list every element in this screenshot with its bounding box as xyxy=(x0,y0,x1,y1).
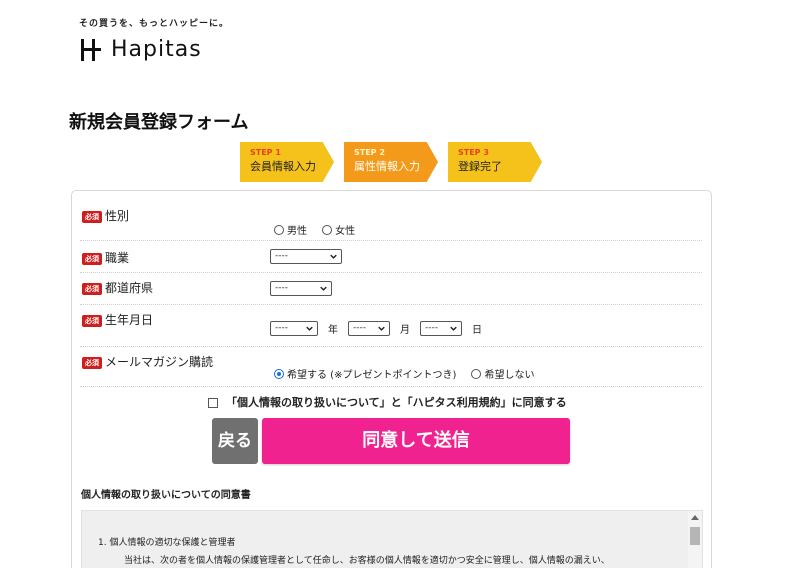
consent-paragraph: 当社は、次の者を個人情報の保護管理者として任命し、お客様の個人情報を適切かつ安全… xyxy=(124,556,610,566)
gender-row: 必須 性別 男性 女性 xyxy=(80,199,702,241)
birth-day-select[interactable]: ---- xyxy=(420,321,462,336)
agree-submit-button[interactable]: 同意して送信 xyxy=(262,418,570,464)
required-badge: 必須 xyxy=(82,282,102,295)
step-2: STEP 2 属性情報入力 xyxy=(344,142,438,182)
step-1-label: 会員情報入力 xyxy=(250,160,316,173)
prefecture-label: 必須 都道府県 xyxy=(82,279,153,296)
chevron-down-icon xyxy=(450,326,457,331)
step-indicator: STEP 1 会員情報入力 STEP 2 属性情報入力 STEP 3 登録完了 xyxy=(240,142,552,182)
step-3-number: STEP 3 xyxy=(458,148,489,157)
chevron-down-icon xyxy=(330,254,337,259)
tagline: その買うを、もっとハッピーに。 xyxy=(79,19,230,29)
back-button[interactable]: 戻る xyxy=(212,418,258,464)
gender-female-radio[interactable] xyxy=(322,224,333,235)
hapitas-logo-icon xyxy=(79,38,101,61)
birthdate-row: 必須 生年月日 ---- 年 ---- 月 ---- 日 xyxy=(80,305,702,347)
chevron-down-icon xyxy=(378,326,385,331)
agreement[interactable]: 「個人情報の取り扱いについて」と「ハピタス利用規約」に同意する xyxy=(208,394,567,410)
newsletter-optin-label[interactable]: 希望する (※プレゼントポイントつき) xyxy=(287,370,456,381)
required-badge: 必須 xyxy=(82,252,102,265)
scroll-thumb[interactable] xyxy=(690,527,700,545)
step-2-label: 属性情報入力 xyxy=(354,160,420,173)
newsletter-options: 希望する (※プレゼントポイントつき) 希望しない xyxy=(274,363,544,382)
year-unit: 年 xyxy=(328,325,338,336)
occupation-label: 必須 職業 xyxy=(82,249,129,266)
chevron-down-icon xyxy=(320,286,327,291)
gender-male-radio[interactable] xyxy=(274,224,284,235)
step-3-label: 登録完了 xyxy=(458,160,502,173)
agreement-text[interactable]: 「個人情報の取り扱いについて」と「ハピタス利用規約」に同意する xyxy=(226,396,567,409)
step-1-number: STEP 1 xyxy=(250,148,281,157)
logo-area[interactable]: その買うを、もっとハッピーに。 Hapitas xyxy=(79,16,229,62)
occupation-row: 必須 職業 ---- xyxy=(80,241,702,273)
consent-heading: 1. 個人情報の適切な保護と管理者 xyxy=(98,538,236,548)
newsletter-label: 必須 メールマガジン購読 xyxy=(82,353,213,370)
brand: Hapitas xyxy=(79,37,229,62)
required-badge: 必須 xyxy=(82,210,102,223)
agreement-checkbox[interactable] xyxy=(208,398,218,408)
month-unit: 月 xyxy=(400,325,410,336)
step-3: STEP 3 登録完了 xyxy=(448,142,542,182)
day-unit: 日 xyxy=(472,325,482,336)
newsletter-optout-radio[interactable] xyxy=(471,368,482,379)
brand-name: Hapitas xyxy=(111,37,202,62)
step-2-number: STEP 2 xyxy=(354,148,385,157)
prefecture-row: 必須 都道府県 ---- xyxy=(80,273,702,305)
birthdate-fields: ---- 年 ---- 月 ---- 日 xyxy=(270,318,492,337)
gender-label: 必須 性別 xyxy=(82,207,129,224)
scroll-up-arrow-icon[interactable] xyxy=(691,515,699,520)
consent-text-box[interactable]: 1. 個人情報の適切な保護と管理者 当社は、次の者を個人情報の保護管理者として任… xyxy=(81,510,703,568)
newsletter-optin-radio[interactable] xyxy=(274,368,284,379)
required-badge: 必須 xyxy=(82,314,102,327)
birth-month-select[interactable]: ---- xyxy=(348,321,390,336)
required-badge: 必須 xyxy=(82,356,102,369)
birthdate-label: 必須 生年月日 xyxy=(82,311,153,328)
gender-female-label[interactable]: 女性 xyxy=(335,226,355,237)
newsletter-row: 必須 メールマガジン購読 希望する (※プレゼントポイントつき) 希望しない xyxy=(80,347,702,387)
birth-year-select[interactable]: ---- xyxy=(270,321,318,336)
newsletter-optout-label[interactable]: 希望しない xyxy=(484,370,534,381)
occupation-select[interactable]: ---- xyxy=(270,249,342,264)
step-1: STEP 1 会員情報入力 xyxy=(240,142,334,182)
consent-title: 個人情報の取り扱いについての同意書 xyxy=(81,490,251,501)
consent-scrollbar[interactable] xyxy=(688,511,702,568)
prefecture-select[interactable]: ---- xyxy=(270,281,332,296)
chevron-down-icon xyxy=(306,326,313,331)
page-title: 新規会員登録フォーム xyxy=(69,112,249,133)
gender-male-label[interactable]: 男性 xyxy=(287,226,307,237)
gender-options: 男性 女性 xyxy=(274,219,365,238)
